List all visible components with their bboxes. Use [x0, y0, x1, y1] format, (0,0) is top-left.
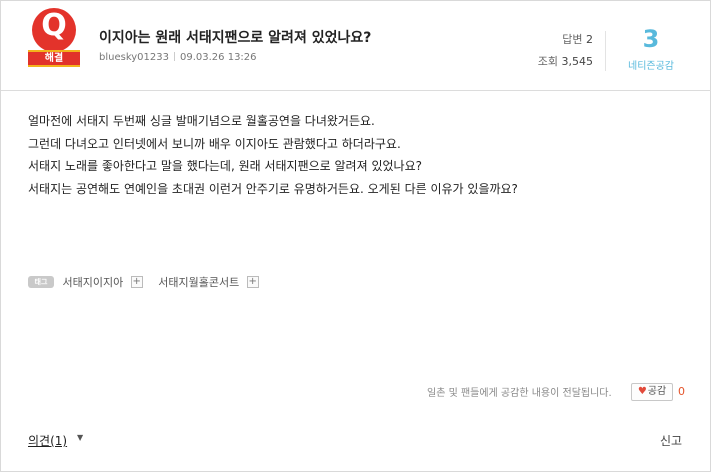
- tag-link[interactable]: 서태지이지아: [63, 274, 124, 290]
- tag-link[interactable]: 서태지월홀콘서트: [158, 274, 239, 290]
- question-title: 이지아는 원래 서태지팬으로 알려져 있었나요?: [99, 30, 372, 46]
- body-line: 그런데 다녀오고 인터넷에서 보니까 배우 이지아도 관람했다고 하더라구요.: [28, 136, 401, 151]
- caret-down-icon[interactable]: ▼: [77, 433, 83, 442]
- solved-badge: Q 해결: [28, 8, 80, 70]
- author-link[interactable]: bluesky01233: [99, 52, 169, 63]
- answer-count-label: 답변: [562, 33, 583, 46]
- question-body: 얼마전에 서태지 두번째 싱글 발매기념으로 월홀공연을 다녀왔거든요. 그런데…: [28, 110, 518, 200]
- question-meta: bluesky01233 09.03.26 13:26: [99, 52, 257, 63]
- view-count: 조회 3,545: [521, 53, 593, 69]
- view-count-value: 3,545: [561, 55, 594, 68]
- question-panel: Q 해결 이지아는 원래 서태지팬으로 알려져 있었나요? bluesky012…: [0, 0, 711, 472]
- meta-divider: [174, 52, 175, 61]
- netizen-empathy-count: 3: [642, 25, 660, 53]
- empathy-button[interactable]: ♥공감: [631, 383, 673, 401]
- empathy-notice: 일촌 및 팬들에게 공감한 내용이 전달됩니다.: [427, 388, 612, 399]
- status-badge: 해결: [28, 50, 80, 67]
- body-line: 서태지는 공연해도 연예인을 초대권 이런거 안주기로 유명하거든요. 오게된 …: [28, 181, 518, 196]
- add-tag-plus-icon[interactable]: +: [246, 276, 259, 288]
- empathy-button-label: 공감: [647, 386, 667, 397]
- body-line: 서태지 노래를 좋아한다고 말을 했다는데, 원래 서태지팬으로 알려져 있었나…: [28, 159, 422, 173]
- tag-list: 태그 서태지이지아 + 서태지월홀콘서트 +: [28, 274, 271, 292]
- heart-icon: ♥: [637, 386, 647, 397]
- view-count-label: 조회: [537, 55, 558, 68]
- header-divider: [1, 90, 711, 91]
- stats-divider: [605, 31, 606, 71]
- q-icon: Q: [41, 8, 67, 43]
- body-line: 얼마전에 서태지 두번째 싱글 발매기념으로 월홀공연을 다녀왔거든요.: [28, 114, 375, 128]
- netizen-empathy-label: 네티즌공감: [628, 61, 674, 72]
- answer-count-value: 2: [586, 33, 593, 46]
- opinion-link[interactable]: 의견(1): [28, 432, 67, 449]
- report-link[interactable]: 신고: [660, 432, 682, 449]
- post-datetime: 09.03.26 13:26: [180, 52, 257, 63]
- empathy-button-count: 0: [678, 385, 685, 398]
- answer-count: 답변 2: [521, 31, 593, 47]
- add-tag-plus-icon[interactable]: +: [130, 276, 143, 288]
- tag-icon: 태그: [28, 276, 54, 288]
